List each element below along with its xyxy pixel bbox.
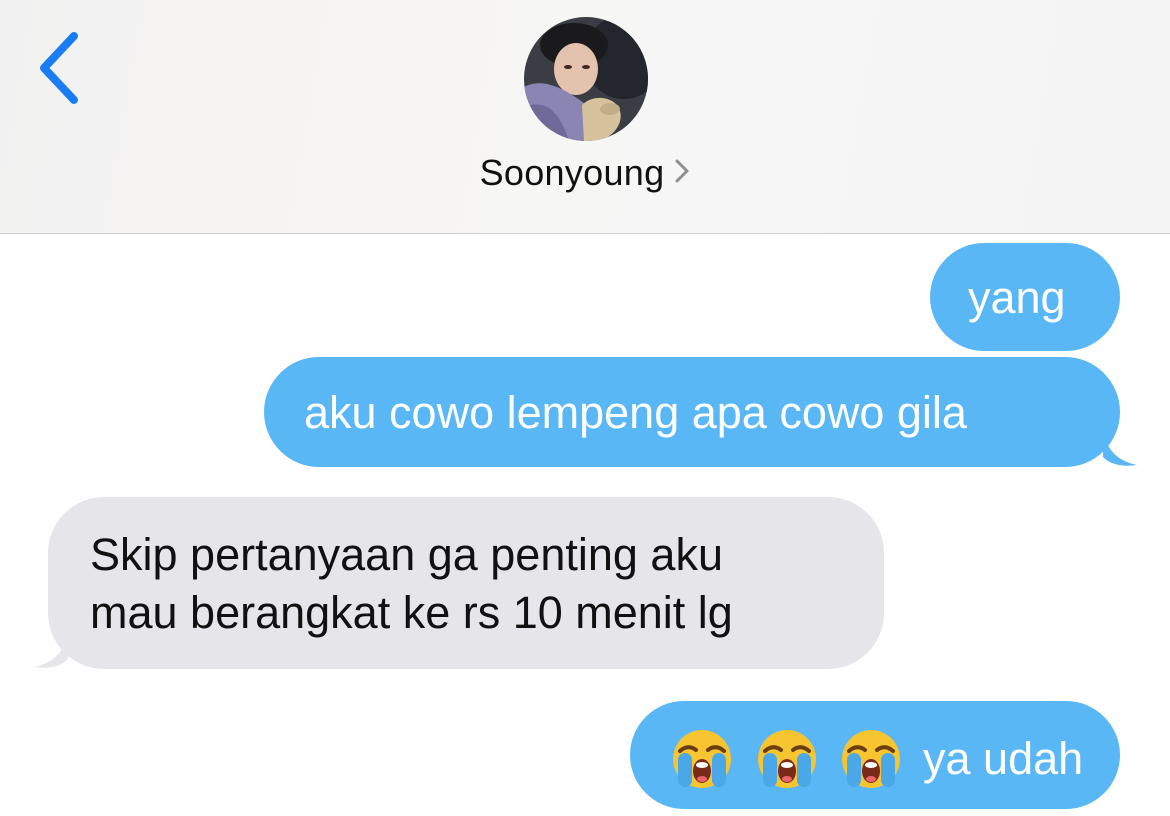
sent-message-bubble[interactable]: yang (930, 243, 1120, 351)
conversation-header: Soonyoung (0, 0, 1170, 234)
loudly-crying-face-icon (842, 730, 901, 788)
contact-avatar-photo (524, 17, 648, 141)
chevron-right-icon (675, 159, 689, 183)
bubble-tail (34, 629, 68, 668)
contact-avatar[interactable] (524, 17, 648, 141)
message-text: aku cowo lempeng apa cowo gila (304, 387, 967, 438)
messages-screen: Soonyoung yang aku cowo lempeng apa cowo… (0, 0, 1170, 816)
loudly-crying-face-icon (673, 730, 731, 788)
message-text: yang (968, 272, 1066, 323)
message-text: ya udah (923, 733, 1084, 784)
emoji-group (670, 727, 911, 791)
bubble-tail (1103, 427, 1137, 466)
message-text-line: Skip pertanyaan ga penting aku (90, 529, 723, 580)
chevron-left-icon (40, 32, 78, 104)
sent-message-bubble[interactable]: aku cowo lempeng apa cowo gila (264, 357, 1137, 467)
message-text-line: mau berangkat ke rs 10 menit lg (90, 587, 733, 638)
loudly-crying-face-icon (757, 730, 816, 788)
received-message-bubble[interactable]: Skip pertanyaan ga penting aku mau beran… (34, 497, 884, 669)
contact-name-button[interactable]: Soonyoung (0, 152, 1170, 194)
contact-name: Soonyoung (479, 152, 665, 193)
back-button[interactable] (30, 28, 90, 108)
sent-message-bubble[interactable]: ya udah (630, 701, 1120, 809)
